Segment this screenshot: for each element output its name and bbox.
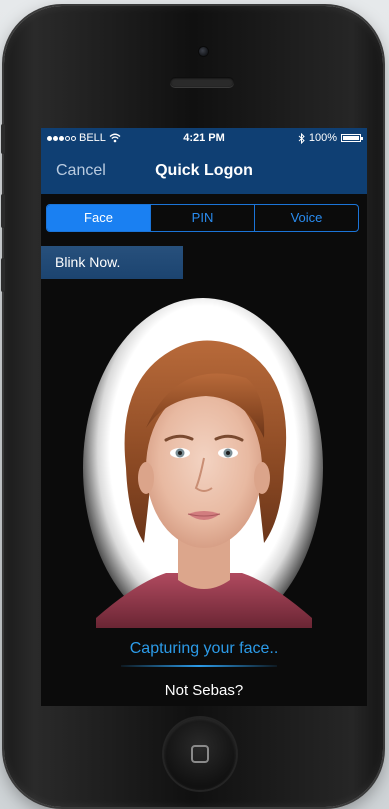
tab-voice[interactable]: Voice bbox=[254, 205, 358, 231]
page-title: Quick Logon bbox=[155, 162, 253, 179]
tab-pin[interactable]: PIN bbox=[150, 205, 254, 231]
tab-face[interactable]: Face bbox=[47, 205, 150, 231]
camera-preview bbox=[41, 288, 367, 628]
home-button[interactable] bbox=[164, 718, 236, 790]
battery-percent: 100% bbox=[308, 132, 337, 144]
instruction-banner: Blink Now. bbox=[41, 246, 183, 279]
earpiece-speaker bbox=[170, 77, 234, 87]
battery-icon bbox=[341, 134, 363, 142]
navigation-bar: Cancel Quick Logon bbox=[41, 148, 367, 194]
mute-switch bbox=[1, 124, 5, 154]
capture-status-text: Capturing your face.. bbox=[129, 640, 279, 657]
battery-fill bbox=[343, 136, 359, 140]
auth-method-segmented-control: Face PIN Voice bbox=[46, 204, 359, 232]
phone-screen: BELL 4:21 PM 100% Cancel Quick Logon Fac… bbox=[41, 128, 367, 706]
phone-frame: BELL 4:21 PM 100% Cancel Quick Logon Fac… bbox=[1, 6, 383, 807]
captured-face-image bbox=[96, 340, 312, 628]
bluetooth-icon bbox=[298, 132, 305, 144]
status-bar: BELL 4:21 PM 100% bbox=[41, 128, 367, 148]
not-user-link[interactable]: Not Sebas? bbox=[41, 682, 367, 699]
capture-progress-line bbox=[121, 665, 277, 667]
volume-up-button bbox=[1, 194, 5, 228]
front-camera bbox=[199, 47, 208, 56]
volume-down-button bbox=[1, 258, 5, 292]
background: BELL 4:21 PM 100% Cancel Quick Logon Fac… bbox=[0, 0, 389, 809]
home-square-icon bbox=[191, 745, 209, 763]
status-right: 100% bbox=[298, 128, 363, 148]
